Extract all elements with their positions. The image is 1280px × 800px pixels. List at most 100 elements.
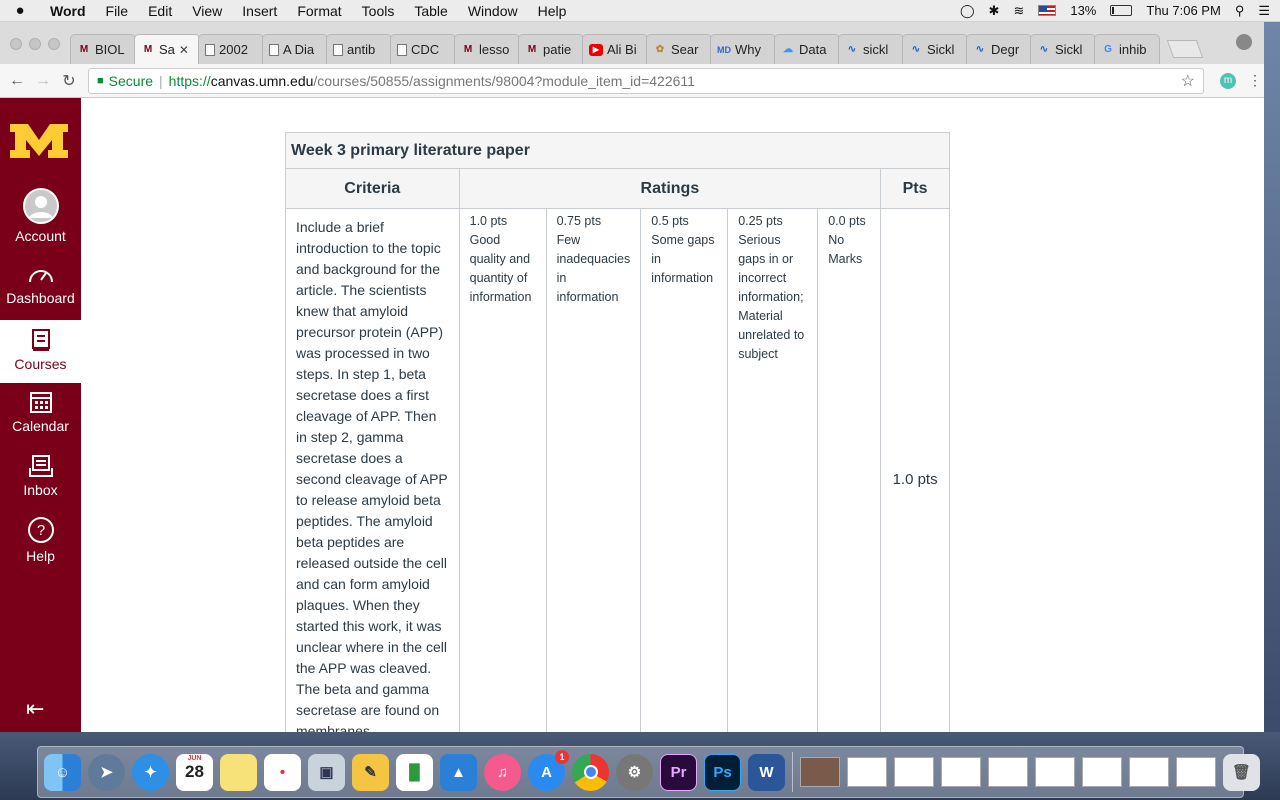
- apple-menu-icon[interactable]: ●: [0, 2, 40, 19]
- menu-insert[interactable]: Insert: [232, 3, 287, 19]
- browser-menu-icon[interactable]: ⋮: [1248, 72, 1262, 89]
- nav-inbox[interactable]: Inbox: [0, 454, 81, 510]
- browser-tab[interactable]: ☁ Data: [774, 34, 840, 64]
- bookmark-star-icon[interactable]: ☆: [1181, 71, 1195, 91]
- wifi-icon[interactable]: ≋: [1013, 3, 1024, 19]
- ratings-header: Ratings: [458, 168, 882, 209]
- minimized-window-thumbnail[interactable]: [894, 757, 934, 787]
- menu-format[interactable]: Format: [287, 3, 351, 19]
- browser-tab-active[interactable]: M Sa ✕: [134, 34, 200, 64]
- word-icon[interactable]: W: [748, 753, 785, 791]
- rating-cell: 0.25 pts Serious gaps in or incorrect in…: [727, 208, 819, 732]
- reload-icon[interactable]: ↻: [56, 71, 82, 91]
- browser-tab[interactable]: 2002: [198, 34, 264, 64]
- contacts-icon[interactable]: ▣: [308, 753, 345, 791]
- nav-courses[interactable]: Courses: [0, 320, 81, 383]
- finder-icon[interactable]: ☺: [44, 753, 81, 791]
- menu-tools[interactable]: Tools: [352, 3, 405, 19]
- forward-icon[interactable]: →: [30, 72, 56, 90]
- itunes-music-icon[interactable]: ♫: [484, 753, 521, 791]
- app-store-icon[interactable]: A1: [528, 749, 569, 791]
- collapse-nav-icon[interactable]: ⇤: [26, 696, 44, 722]
- browser-tab[interactable]: Mlesso: [454, 34, 520, 64]
- browser-tab[interactable]: ▶ Ali Bi: [582, 34, 648, 64]
- calendar-app-icon[interactable]: JUN 28: [176, 753, 213, 791]
- launchpad-rocket-icon[interactable]: ➤: [88, 753, 125, 791]
- safari-compass-icon[interactable]: ✦: [132, 753, 169, 791]
- minimized-window-thumbnail[interactable]: [988, 757, 1028, 787]
- menu-app-name[interactable]: Word: [40, 3, 96, 19]
- creative-cloud-icon[interactable]: ◯: [960, 3, 975, 19]
- keynote-icon[interactable]: ▲: [440, 753, 477, 791]
- browser-tab[interactable]: ✿ Sear: [646, 34, 712, 64]
- macos-menu-bar: ● Word File Edit View Insert Format Tool…: [0, 0, 1280, 22]
- lock-icon[interactable]: ■: [97, 75, 104, 87]
- browser-tab[interactable]: antib: [326, 34, 392, 64]
- umn-logo[interactable]: [8, 120, 70, 160]
- minimized-window-thumbnail[interactable]: [1035, 757, 1075, 787]
- rating-points: 0.75 pts: [556, 214, 602, 228]
- battery-icon[interactable]: [1110, 5, 1133, 16]
- close-tab-icon[interactable]: ✕: [179, 43, 189, 57]
- numbers-chart-icon[interactable]: █: [396, 753, 433, 791]
- menu-view[interactable]: View: [182, 3, 232, 19]
- spotlight-search-icon[interactable]: ⚲: [1235, 3, 1245, 19]
- menu-table[interactable]: Table: [404, 3, 457, 19]
- menu-file[interactable]: File: [96, 3, 139, 19]
- browser-tab[interactable]: Ginhib: [1094, 34, 1160, 64]
- premiere-icon[interactable]: Pr: [660, 753, 697, 791]
- tab-label: CDC: [411, 42, 440, 57]
- maximize-window-button[interactable]: [48, 38, 60, 50]
- reminders-icon[interactable]: •: [264, 753, 301, 791]
- menu-help[interactable]: Help: [528, 3, 577, 19]
- document-icon: [333, 43, 343, 56]
- menu-edit[interactable]: Edit: [138, 3, 182, 19]
- rating-description: No Marks: [828, 233, 863, 266]
- new-tab-button[interactable]: [1166, 40, 1204, 58]
- minimized-window-thumbnail[interactable]: [1082, 757, 1122, 787]
- back-icon[interactable]: ←: [4, 72, 30, 90]
- bluetooth-icon[interactable]: ✱: [989, 3, 1000, 19]
- notification-center-icon[interactable]: ☰: [1258, 3, 1270, 19]
- nav-calendar-label: Calendar: [12, 418, 69, 434]
- browser-tab[interactable]: CDC: [390, 34, 456, 64]
- svg-text:?: ?: [36, 522, 44, 539]
- browser-tab[interactable]: ∿ Sickl: [1030, 34, 1096, 64]
- photoshop-icon[interactable]: Ps: [704, 753, 741, 791]
- browser-tab[interactable]: A Dia: [262, 34, 328, 64]
- chrome-icon[interactable]: [572, 753, 609, 791]
- dna-icon: ∿: [975, 43, 985, 55]
- address-bar[interactable]: ■ Secure | https://canvas.umn.edu/course…: [88, 67, 1204, 94]
- tab-label: Sickl: [1055, 42, 1083, 57]
- input-source-flag-icon[interactable]: [1038, 5, 1057, 16]
- menu-window[interactable]: Window: [458, 3, 528, 19]
- nav-account[interactable]: Account: [0, 188, 81, 246]
- close-window-button[interactable]: [10, 38, 22, 50]
- url-host: canvas.umn.edu: [210, 72, 314, 89]
- nav-calendar[interactable]: Calendar: [0, 390, 81, 446]
- nav-help[interactable]: ? Help: [0, 516, 81, 572]
- browser-tab[interactable]: ∿ Sickl: [902, 34, 968, 64]
- browser-tab[interactable]: ∿ sickl: [838, 34, 904, 64]
- browser-tab[interactable]: MD Why: [710, 34, 776, 64]
- profile-icon[interactable]: [1236, 34, 1252, 50]
- browser-tab[interactable]: M BIOL: [70, 34, 136, 64]
- minimized-window-thumbnail[interactable]: [847, 757, 887, 787]
- secure-label[interactable]: Secure: [109, 73, 153, 89]
- nav-dashboard[interactable]: Dashboard: [0, 264, 81, 320]
- trash-icon[interactable]: 🗑: [1223, 753, 1260, 791]
- notes-icon[interactable]: [220, 753, 257, 791]
- minimized-window-thumbnail[interactable]: [1129, 757, 1169, 787]
- minimize-window-button[interactable]: [29, 38, 41, 50]
- clock[interactable]: Thu 7:06 PM: [1146, 3, 1220, 18]
- extension-icon[interactable]: m: [1220, 72, 1236, 89]
- browser-tab[interactable]: Mpatie: [518, 34, 584, 64]
- cloud-icon: ☁: [783, 43, 793, 55]
- browser-tab[interactable]: ∿ Degr: [966, 34, 1032, 64]
- minimized-window-thumbnail[interactable]: [941, 757, 981, 787]
- minimized-window-thumbnail[interactable]: [800, 757, 840, 787]
- pages-icon[interactable]: ✎: [352, 753, 389, 791]
- system-preferences-gear-icon[interactable]: ⚙: [616, 753, 653, 791]
- rating-cell: 0.5 pts Some gaps in information: [640, 208, 729, 732]
- minimized-window-thumbnail[interactable]: [1176, 757, 1216, 787]
